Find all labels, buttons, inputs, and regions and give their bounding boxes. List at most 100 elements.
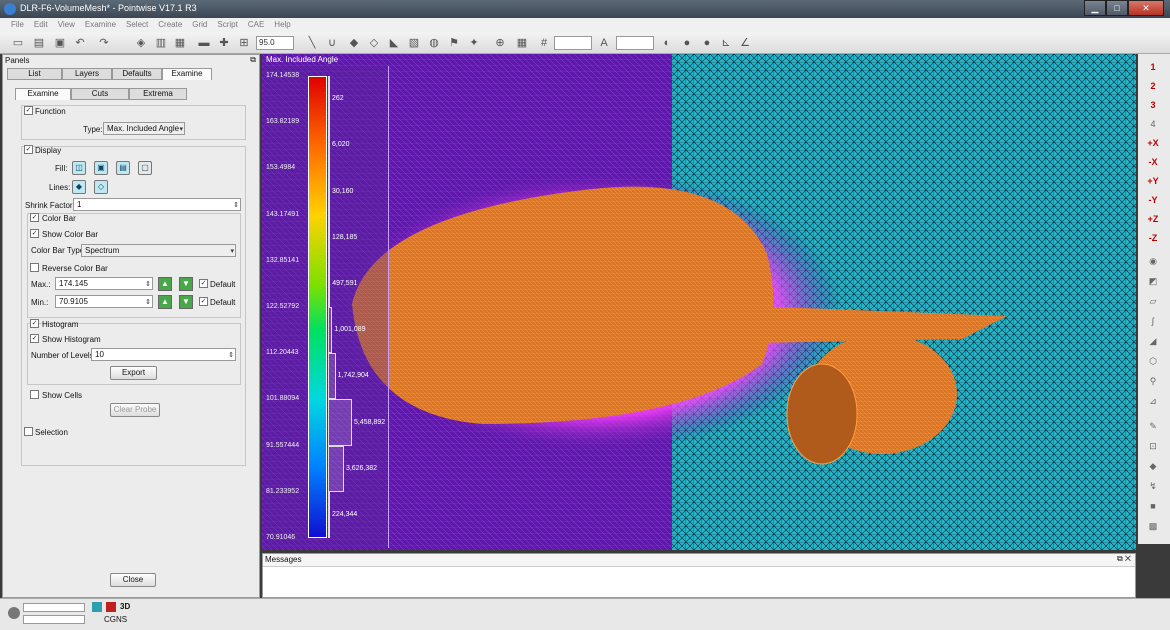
levels-input[interactable]: 10 ⇕	[91, 348, 236, 361]
maximize-button[interactable]: □	[1106, 0, 1128, 16]
shape-cross-icon[interactable]: ⊕	[492, 35, 508, 51]
view-4-button[interactable]: 4	[1143, 117, 1163, 132]
subtab-extrema[interactable]: Extrema	[129, 88, 187, 100]
fill-shaded-icon[interactable]: ▤	[116, 161, 130, 175]
box-select-icon[interactable]: ⊡	[1143, 439, 1163, 454]
move-icon[interactable]: ✚	[216, 35, 232, 51]
new-file-icon[interactable]: ▭	[10, 35, 26, 51]
menu-view[interactable]: View	[53, 18, 80, 32]
globe-icon[interactable]: ◉	[1143, 254, 1163, 269]
tool-a-icon[interactable]: ◐	[659, 35, 675, 51]
tool-b-icon[interactable]: ●	[679, 35, 695, 51]
tree-icon[interactable]: ⊞	[236, 35, 252, 51]
view-minus-x-button[interactable]: -X	[1143, 155, 1163, 170]
view-plus-y-button[interactable]: +Y	[1143, 174, 1163, 189]
open-folder-icon[interactable]: ▤	[31, 35, 47, 51]
menu-examine[interactable]: Examine	[80, 18, 121, 32]
selection-checkbox[interactable]	[24, 427, 33, 436]
fill-none-icon[interactable]: ▢	[138, 161, 152, 175]
show-color-bar-checkbox[interactable]: ✓	[30, 229, 39, 238]
shape-sphere-icon[interactable]: ◍	[426, 35, 442, 51]
max-input[interactable]: 174.145 ⇕	[55, 277, 153, 290]
save-icon[interactable]: ▣	[52, 35, 68, 51]
min-increase-button[interactable]: ▲	[158, 295, 172, 309]
shape-diamond-icon[interactable]: ◆	[346, 35, 362, 51]
split-icon[interactable]: ▦	[172, 35, 188, 51]
cube-icon[interactable]: ◩	[1143, 274, 1163, 289]
show-histogram-checkbox[interactable]: ✓	[30, 334, 39, 343]
max-increase-button[interactable]: ▲	[158, 277, 172, 291]
shape-block-icon[interactable]: ▧	[406, 35, 422, 51]
min-input[interactable]: 70.9105 ⇕	[55, 295, 153, 308]
clear-probe-button[interactable]: Clear Probe	[110, 403, 160, 417]
close-window-button[interactable]: ✕	[1128, 0, 1164, 16]
fill-solid-icon[interactable]: ▣	[94, 161, 108, 175]
menu-help[interactable]: Help	[269, 18, 295, 32]
lines-dark-icon[interactable]: ◆	[72, 180, 86, 194]
curve-tool-icon[interactable]: ∫	[1143, 314, 1163, 329]
color-bar-checkbox[interactable]: ✓	[30, 213, 39, 222]
tab-examine[interactable]: Examine	[162, 68, 212, 80]
view-2-button[interactable]: 2	[1143, 79, 1163, 94]
surface-icon[interactable]: ◢	[1143, 334, 1163, 349]
grid-square-icon[interactable]: ▩	[1143, 519, 1163, 534]
redo-icon[interactable]: ↷	[96, 35, 112, 51]
menu-create[interactable]: Create	[153, 18, 187, 32]
menu-grid[interactable]: Grid	[187, 18, 212, 32]
subtab-examine[interactable]: Examine	[15, 88, 71, 100]
color-bar-type-select[interactable]: Spectrum ▾	[81, 244, 236, 257]
plane-icon[interactable]: ▱	[1143, 294, 1163, 309]
menu-cae[interactable]: CAE	[243, 18, 269, 32]
view-minus-y-button[interactable]: -Y	[1143, 193, 1163, 208]
probe-icon[interactable]: ⚲	[1143, 374, 1163, 389]
color-bar[interactable]	[308, 76, 327, 538]
shape-flag-icon[interactable]: ⚑	[446, 35, 462, 51]
panel-detach-icon[interactable]: ⧉	[250, 55, 256, 65]
show-cells-checkbox[interactable]	[30, 390, 39, 399]
shape-grid-icon[interactable]: ◇	[366, 35, 382, 51]
messages-detach-icon[interactable]: ⧉ ✕	[1117, 554, 1131, 564]
type-select[interactable]: Max. Included Angle ▾	[103, 122, 185, 135]
hexagon-icon[interactable]: ⬡	[1143, 354, 1163, 369]
panel-icon[interactable]: ▥	[153, 35, 169, 51]
angle-icon[interactable]: ∠	[737, 35, 753, 51]
ruler-icon[interactable]: ⊿	[1143, 394, 1163, 409]
undo-icon[interactable]: ↶	[72, 35, 88, 51]
view-plus-x-button[interactable]: +X	[1143, 136, 1163, 151]
function-checkbox[interactable]: ✓	[24, 106, 33, 115]
display-checkbox[interactable]: ✓	[24, 145, 33, 154]
diamond-icon[interactable]: ◆	[1143, 459, 1163, 474]
lines-light-icon[interactable]: ◇	[94, 180, 108, 194]
measure-icon[interactable]: ⊾	[718, 35, 734, 51]
menu-file[interactable]: File	[6, 18, 29, 32]
brush-icon[interactable]: ✎	[1143, 419, 1163, 434]
text-icon[interactable]: A	[596, 35, 612, 51]
fill-wire-icon[interactable]: ◫	[72, 161, 86, 175]
histogram-checkbox[interactable]: ✓	[30, 319, 39, 328]
view-minus-z-button[interactable]: -Z	[1143, 231, 1163, 246]
min-default-checkbox[interactable]: ✓	[199, 297, 208, 306]
menu-edit[interactable]: Edit	[29, 18, 53, 32]
tool-c-icon[interactable]: ●	[699, 35, 715, 51]
line-icon[interactable]: ╲	[304, 35, 320, 51]
grid-icon[interactable]: ▦	[514, 35, 530, 51]
export-button[interactable]: Export	[110, 366, 157, 380]
max-default-checkbox[interactable]: ✓	[199, 279, 208, 288]
messages-log[interactable]	[263, 566, 1135, 597]
menu-script[interactable]: Script	[212, 18, 242, 32]
view-1-button[interactable]: 1	[1143, 60, 1163, 75]
minimize-button[interactable]: ▁	[1084, 0, 1106, 16]
close-button[interactable]: Close	[110, 573, 156, 587]
box-icon[interactable]: ▬	[196, 35, 212, 51]
spacing-input[interactable]	[554, 36, 592, 50]
angle-input[interactable]: 95.0	[256, 36, 294, 50]
min-decrease-button[interactable]: ▼	[179, 295, 193, 309]
graphics-viewport[interactable]: Max. Included Angle 174.14538 163.82189 15…	[262, 54, 1136, 550]
layers-icon[interactable]: ◈	[133, 35, 149, 51]
view-plus-z-button[interactable]: +Z	[1143, 212, 1163, 227]
font-input[interactable]	[616, 36, 654, 50]
shape-wedge-icon[interactable]: ◣	[386, 35, 402, 51]
menu-select[interactable]: Select	[121, 18, 153, 32]
tab-list[interactable]: List	[7, 68, 62, 80]
subtab-cuts[interactable]: Cuts	[71, 88, 129, 100]
